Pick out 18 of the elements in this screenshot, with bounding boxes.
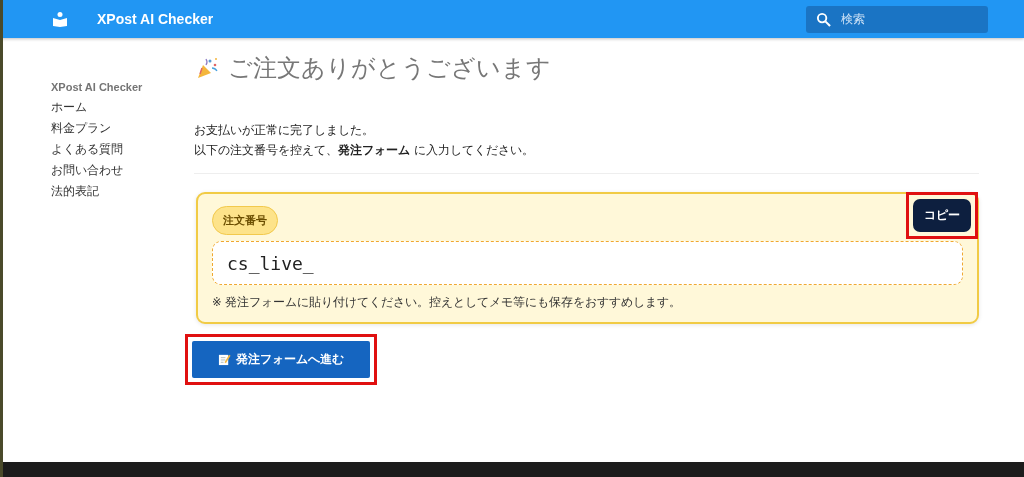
order-number-label: 注文番号 [212,206,278,235]
search-field[interactable]: 検索 [806,5,988,33]
party-popper-icon [196,56,220,80]
sidebar-item[interactable]: よくある質問 [51,139,123,160]
sidebar-title: XPost AI Checker [51,81,144,93]
order-number-field[interactable]: cs_live_ [212,241,963,285]
sidebar-item[interactable]: 法的表記 [51,181,99,202]
note-text: ※ 発注フォームに貼り付けてください。控えとしてメモ等にも保存をおすすめします。 [212,295,683,310]
sidebar-item[interactable]: 料金プラン [51,118,111,139]
message-text: 以下の注文番号を控えて、発注フォーム に入力してください。 [194,142,535,159]
sidebar-item[interactable]: お問い合わせ [51,160,123,181]
proceed-button[interactable]: 発注フォームへ進む [192,341,370,378]
page-title: ご注文ありがとうございます [228,53,551,84]
copy-button[interactable]: コピー [913,199,971,232]
message-text: お支払いが正常に完了しました。 [194,122,375,139]
sidebar-item[interactable]: ホーム [51,97,87,118]
book-icon [52,11,68,27]
memo-icon [218,353,231,366]
